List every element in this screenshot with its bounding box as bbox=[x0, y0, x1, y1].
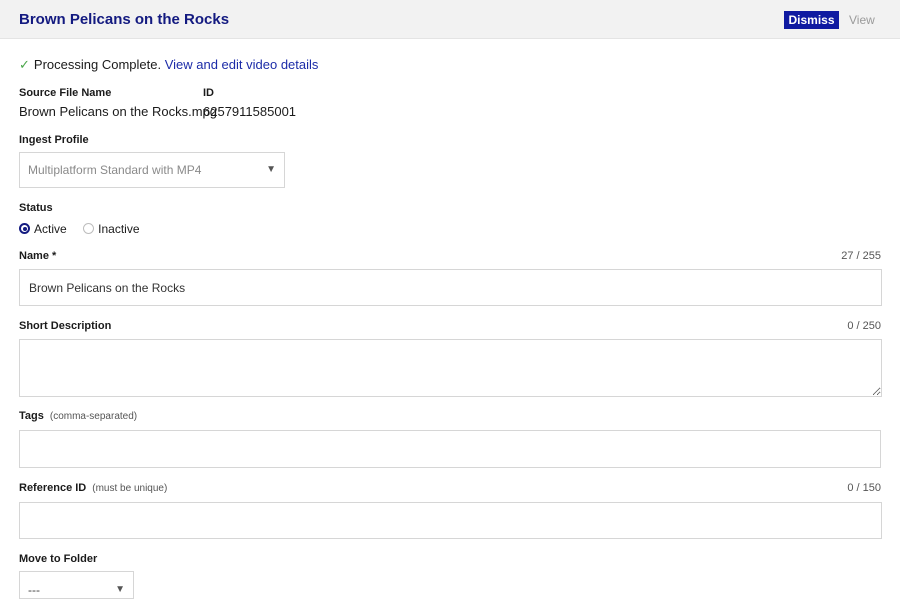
chevron-down-icon: ▼ bbox=[115, 584, 125, 595]
name-label: Name * bbox=[19, 250, 57, 262]
short-description-counter: 0 / 250 bbox=[847, 320, 881, 332]
page-header: Brown Pelicans on the Rocks Dismiss View bbox=[0, 0, 900, 39]
reference-id-counter: 0 / 150 bbox=[847, 482, 881, 494]
view-button[interactable]: View bbox=[849, 13, 875, 27]
status-inactive-option[interactable]: Inactive bbox=[83, 220, 140, 237]
status-active-option[interactable]: Active bbox=[19, 220, 71, 237]
active-radio-label: Active bbox=[34, 221, 67, 236]
short-description-field[interactable] bbox=[19, 339, 882, 397]
reference-id-label-text: Reference ID bbox=[19, 482, 87, 494]
id-label: ID bbox=[203, 87, 214, 99]
reference-id-label: Reference ID (must be unique) bbox=[19, 482, 167, 494]
ingest-profile-label: Ingest Profile bbox=[19, 134, 89, 146]
source-file-name-label: Source File Name bbox=[19, 87, 112, 99]
name-field[interactable] bbox=[19, 269, 882, 306]
reference-id-hint: (must be unique) bbox=[92, 483, 168, 494]
dismiss-button[interactable]: Dismiss bbox=[784, 11, 839, 29]
status-label: Status bbox=[19, 202, 53, 214]
folder-selected: --- bbox=[28, 583, 40, 597]
status-radio-group: Active Inactive bbox=[19, 220, 140, 238]
name-counter: 27 / 255 bbox=[841, 250, 881, 262]
tags-field[interactable] bbox=[19, 430, 881, 468]
ingest-profile-selected: Multiplatform Standard with MP4 bbox=[28, 163, 202, 177]
short-description-label: Short Description bbox=[19, 320, 112, 332]
tags-label-text: Tags bbox=[19, 410, 44, 422]
inactive-radio-label: Inactive bbox=[98, 221, 140, 236]
tags-label: Tags (comma-separated) bbox=[19, 410, 137, 422]
check-icon: ✓ bbox=[19, 57, 30, 72]
ingest-profile-select[interactable]: Multiplatform Standard with MP4 ▼ bbox=[19, 152, 285, 188]
chevron-down-icon: ▼ bbox=[266, 164, 276, 175]
active-radio[interactable] bbox=[19, 223, 30, 235]
reference-id-field[interactable] bbox=[19, 502, 882, 539]
page-title: Brown Pelicans on the Rocks bbox=[19, 11, 230, 28]
view-edit-details-link[interactable]: View and edit video details bbox=[165, 57, 319, 72]
move-to-folder-label: Move to Folder bbox=[19, 553, 98, 565]
move-to-folder-select[interactable]: --- ▼ bbox=[19, 571, 134, 599]
processing-status: ✓ Processing Complete. View and edit vide… bbox=[19, 57, 318, 73]
inactive-radio[interactable] bbox=[83, 223, 95, 235]
source-file-name-value: Brown Pelicans on the Rocks.mpg bbox=[19, 104, 217, 119]
processing-text: Processing Complete. bbox=[33, 57, 162, 72]
tags-hint: (comma-separated) bbox=[49, 411, 138, 422]
id-value: 6257911585001 bbox=[203, 104, 297, 119]
